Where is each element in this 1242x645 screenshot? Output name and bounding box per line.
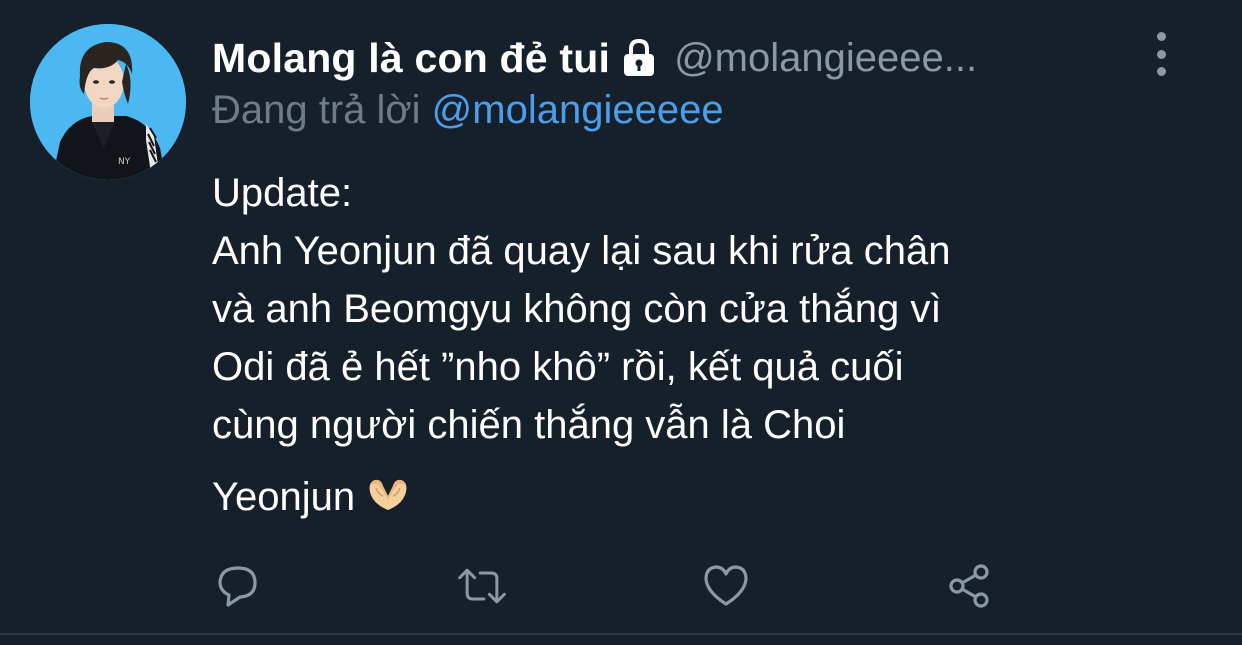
tweet-actions bbox=[212, 560, 1012, 612]
tweet-card[interactable]: NY Molang là con đẻ tui @molangieeee... … bbox=[0, 0, 1242, 645]
heart-hands-emoji bbox=[365, 472, 411, 512]
tweet-line: Update: bbox=[212, 171, 353, 215]
like-button[interactable] bbox=[700, 560, 752, 612]
retweet-button[interactable] bbox=[456, 560, 508, 612]
tweet-header: Molang là con đẻ tui @molangieeee... bbox=[212, 30, 1132, 86]
tweet-line: và anh Beomgyu không còn cửa thắng vì bbox=[212, 287, 942, 331]
tweet-text: Update: Anh Yeonjun đã quay lại sau khi … bbox=[212, 164, 1172, 526]
tweet-line: cùng người chiến thắng vẫn là Choi bbox=[212, 403, 846, 447]
svg-text:NY: NY bbox=[118, 157, 131, 167]
tweet-line: Anh Yeonjun đã quay lại sau khi rửa chân bbox=[212, 229, 951, 273]
tweet-text-block: Update: Anh Yeonjun đã quay lại sau khi … bbox=[212, 164, 1172, 454]
share-icon bbox=[949, 564, 989, 608]
tweet-text-block: Yeonjun bbox=[212, 468, 1172, 526]
tweet-line: Yeonjun bbox=[212, 475, 356, 519]
tweet-line: Odi đã ẻ hết ”nho khô” rồi, kết quả cuối bbox=[212, 345, 904, 389]
lock-icon bbox=[622, 38, 656, 78]
more-options-button[interactable] bbox=[1146, 32, 1176, 76]
share-button[interactable] bbox=[944, 560, 996, 612]
reply-button[interactable] bbox=[212, 560, 264, 612]
reply-to-link[interactable]: @molangieeeee bbox=[432, 88, 724, 132]
reply-icon bbox=[218, 566, 257, 607]
reply-prefix: Đang trả lời bbox=[212, 88, 421, 132]
author-handle[interactable]: @molangieeee... bbox=[674, 36, 977, 81]
divider bbox=[0, 633, 1242, 635]
avatar-image: NY bbox=[30, 24, 186, 180]
heart-icon bbox=[704, 565, 748, 606]
reply-context: Đang trả lời @molangieeeee bbox=[212, 88, 724, 133]
more-vertical-icon bbox=[1156, 32, 1166, 41]
retweet-icon bbox=[458, 568, 506, 604]
display-name[interactable]: Molang là con đẻ tui bbox=[212, 35, 610, 82]
avatar[interactable]: NY bbox=[30, 24, 186, 180]
